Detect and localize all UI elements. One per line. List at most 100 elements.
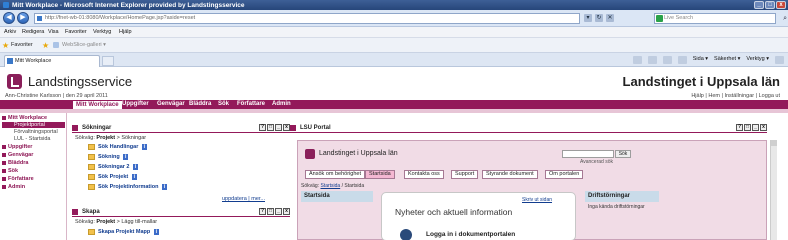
menu-favoriter[interactable]: Favoriter xyxy=(65,29,87,35)
info-icon[interactable]: i xyxy=(141,144,147,150)
new-tab-button[interactable] xyxy=(102,56,114,66)
advanced-search-link[interactable]: Avancerad sök xyxy=(580,159,613,165)
portlet-minimize-icon[interactable]: _ xyxy=(275,208,282,215)
portlet-help-icon[interactable]: ? xyxy=(259,124,266,131)
lsu-search-input[interactable] xyxy=(562,150,614,158)
sidebar-item-forfattare[interactable]: Författare xyxy=(2,176,34,182)
page-menu[interactable]: Sida ▾ xyxy=(693,56,708,64)
webslice-gallery-button[interactable]: WebSlice-galleri ▾ xyxy=(53,41,108,50)
address-input[interactable]: http://fnet-wb-01:8080/Workplace/HomePag… xyxy=(34,13,580,24)
skapa-title: Skapa xyxy=(82,208,100,215)
info-icon[interactable]: i xyxy=(153,229,159,235)
sidebar-item-genvagar[interactable]: Genvägar xyxy=(2,152,33,158)
list-item-label[interactable]: Sök Projektinformation xyxy=(98,184,159,190)
portlet-close-icon[interactable]: x xyxy=(283,124,290,131)
tab-ansok[interactable]: Ansök om behörighet xyxy=(305,170,365,179)
portlet-scrollbar[interactable] xyxy=(770,140,777,240)
print-page-link[interactable]: Skriv ut sidan xyxy=(522,197,552,203)
list-item[interactable]: Skapa Projekt Mapp i xyxy=(88,229,159,235)
dropdown-icon[interactable]: ▾ xyxy=(584,14,592,22)
info-icon[interactable]: i xyxy=(133,164,139,170)
nav-forfattare[interactable]: Författare xyxy=(237,100,265,109)
sidebar-item-mitt-workplace[interactable]: Mitt Workplace xyxy=(2,115,47,121)
tab-om-portalen[interactable]: Om portalen xyxy=(545,170,584,179)
list-item-label[interactable]: Sökning xyxy=(98,154,120,160)
browser-tab-active[interactable]: Mitt Workplace xyxy=(4,55,100,67)
minimize-button[interactable]: _ xyxy=(754,1,764,9)
sidebar-item-forvaltningsportal[interactable]: Förvaltningsportal xyxy=(2,129,65,135)
lsu-path: Sökväg: Startsida / Startsida xyxy=(301,183,364,189)
favorites-star-icon[interactable]: ★ xyxy=(2,41,9,50)
nav-admin[interactable]: Admin xyxy=(272,100,291,109)
menu-redigera[interactable]: Redigera xyxy=(22,29,44,35)
list-item[interactable]: Sök Projekt i xyxy=(88,174,137,180)
list-item-label[interactable]: Skapa Projekt Mapp xyxy=(98,229,150,235)
back-button[interactable]: ◀ xyxy=(3,12,15,24)
sidebar-item-projektportal[interactable]: Projektportal xyxy=(2,122,65,128)
portlet-edit-icon[interactable]: □ xyxy=(744,124,751,131)
info-icon[interactable]: i xyxy=(123,154,129,160)
portlet-close-icon[interactable]: x xyxy=(760,124,767,131)
nav-mitt-workplace[interactable]: Mitt Workplace xyxy=(72,100,123,109)
search-icon[interactable]: ⌕ xyxy=(783,14,787,23)
nav-sok[interactable]: Sök xyxy=(218,100,229,109)
sidebar-item-sok[interactable]: Sök xyxy=(2,168,18,174)
nav-bladdra[interactable]: Bläddra xyxy=(189,100,211,109)
sidebar-item-lul-startsida[interactable]: LUL - Startsida xyxy=(2,136,65,142)
path-project[interactable]: Projekt xyxy=(96,135,115,141)
feeds-icon[interactable] xyxy=(647,56,657,64)
favorites-button[interactable]: Favoriter xyxy=(11,42,33,48)
forward-button[interactable]: ▶ xyxy=(17,12,29,24)
portlet-help-icon[interactable]: ? xyxy=(736,124,743,131)
search-input[interactable]: Live Search ⌕ xyxy=(654,13,787,24)
list-item-label[interactable]: Sök Handlingar xyxy=(98,144,138,150)
sidebar-item-admin[interactable]: Admin xyxy=(2,184,25,190)
tab-kontakta[interactable]: Kontakta oss xyxy=(404,170,444,179)
sidebar-item-uppgifter[interactable]: Uppgifter xyxy=(2,144,32,150)
menu-hjalp[interactable]: Hjälp xyxy=(119,29,132,35)
portlet-edit-icon[interactable]: □ xyxy=(267,208,274,215)
search-folder-icon xyxy=(88,184,95,190)
refresh-icon[interactable]: ↻ xyxy=(595,14,603,22)
menu-arkiv[interactable]: Arkiv xyxy=(4,29,16,35)
scroll-up-icon[interactable] xyxy=(771,140,777,146)
stop-icon[interactable]: ✕ xyxy=(606,14,614,22)
info-icon[interactable]: i xyxy=(131,174,137,180)
list-item[interactable]: Sök Handlingar i xyxy=(88,144,147,150)
add-favorite-icon[interactable]: ★ xyxy=(42,41,49,50)
portlet-close-icon[interactable]: x xyxy=(283,208,290,215)
nav-uppgifter[interactable]: Uppgifter xyxy=(122,100,149,109)
tab-startsida[interactable]: Startsida xyxy=(365,170,395,179)
portlet-minimize-icon[interactable]: _ xyxy=(275,124,282,131)
list-item[interactable]: Sökning i xyxy=(88,154,129,160)
top-links[interactable]: Hjälp | Hem | Inställningar | Logga ut xyxy=(691,93,780,99)
nav-genvagar[interactable]: Genvägar xyxy=(157,100,185,109)
list-item-label[interactable]: Sök Projekt xyxy=(98,174,128,180)
path-project[interactable]: Projekt xyxy=(96,219,115,225)
sidebar-item-bladdra[interactable]: Bläddra xyxy=(2,160,28,166)
lsu-path-link[interactable]: Startsida xyxy=(320,183,340,189)
safety-menu[interactable]: Säkerhet ▾ xyxy=(714,56,740,64)
tab-support[interactable]: Support xyxy=(451,170,479,179)
ie-app-icon xyxy=(3,2,9,8)
portlet-minimize-icon[interactable]: _ xyxy=(752,124,759,131)
close-button[interactable]: x xyxy=(776,1,786,9)
home-icon[interactable] xyxy=(632,56,642,64)
mail-icon[interactable] xyxy=(662,56,672,64)
list-item[interactable]: Sök Projektinformation i xyxy=(88,184,168,190)
help-icon[interactable] xyxy=(775,56,784,64)
info-icon[interactable]: i xyxy=(162,184,168,190)
tab-styrande[interactable]: Styrande dokument xyxy=(482,170,538,179)
print-icon[interactable] xyxy=(677,56,687,64)
portlet-help-icon[interactable]: ? xyxy=(259,208,266,215)
document-portal-login-link[interactable]: Logga in i dokumentportalen xyxy=(426,231,515,238)
tools-menu[interactable]: Verktyg ▾ xyxy=(746,56,769,64)
lsu-search-button[interactable]: Sök xyxy=(615,150,631,158)
update-more-links[interactable]: uppdatera | mer... xyxy=(222,196,265,202)
list-item[interactable]: Sökningar 2 i xyxy=(88,164,139,170)
portlet-edit-icon[interactable]: □ xyxy=(267,124,274,131)
maximize-button[interactable]: □ xyxy=(765,1,775,9)
list-item-label[interactable]: Sökningar 2 xyxy=(98,164,129,170)
menu-visa[interactable]: Visa xyxy=(48,29,59,35)
menu-verktyg[interactable]: Verktyg xyxy=(93,29,111,35)
